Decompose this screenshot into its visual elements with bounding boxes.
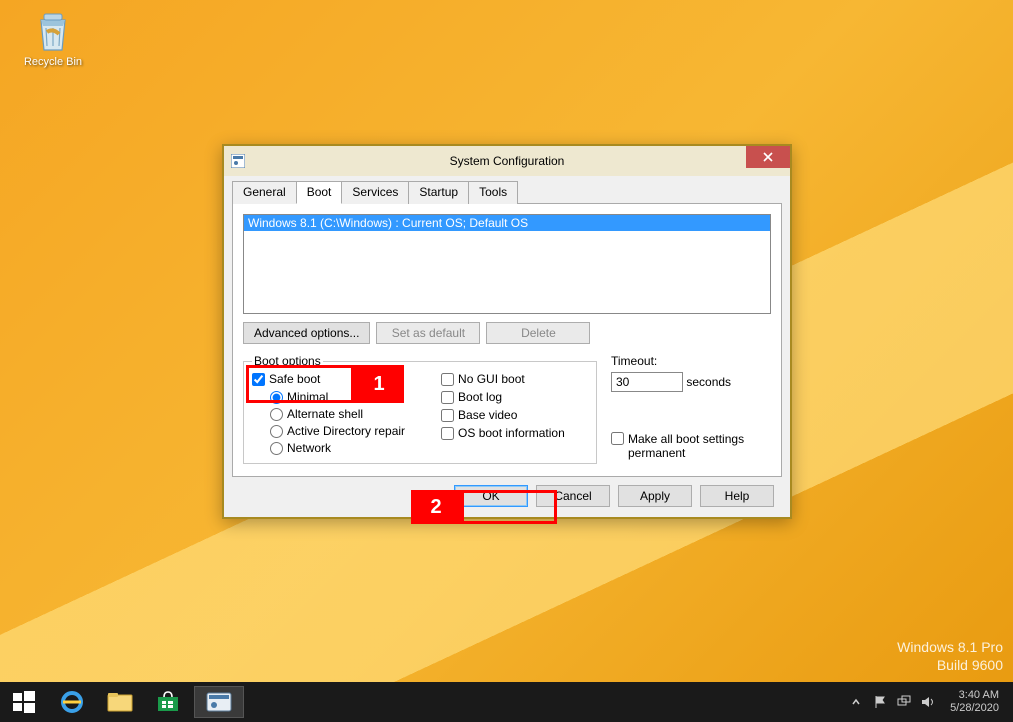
watermark-line1: Windows 8.1 Pro [897, 638, 1003, 656]
system-configuration-window: System Configuration General Boot Servic… [222, 144, 792, 519]
os-list-item[interactable]: Windows 8.1 (C:\Windows) : Current OS; D… [244, 215, 770, 231]
watermark-line2: Build 9600 [897, 656, 1003, 674]
ok-button[interactable]: OK [454, 485, 528, 507]
boot-panel: Windows 8.1 (C:\Windows) : Current OS; D… [232, 204, 782, 477]
taskbar-explorer[interactable] [96, 682, 144, 722]
base-video-checkbox[interactable] [441, 409, 454, 422]
radio-minimal[interactable] [270, 391, 283, 404]
radio-network[interactable] [270, 442, 283, 455]
safe-boot-checkbox[interactable] [252, 373, 265, 386]
taskbar-ie[interactable] [48, 682, 96, 722]
desktop-icon-recycle-bin[interactable]: Recycle Bin [18, 8, 88, 68]
delete-button: Delete [486, 322, 590, 344]
timeout-suffix: seconds [686, 375, 731, 389]
annotation-callout-1: 1 [354, 365, 404, 403]
tray-network-icon[interactable] [896, 694, 912, 710]
desktop-watermark: Windows 8.1 Pro Build 9600 [897, 638, 1003, 674]
boot-options-group: Boot options Safe boot Minimal Alternate… [243, 354, 597, 464]
tab-services[interactable]: Services [341, 181, 409, 204]
taskbar-time: 3:40 AM [950, 689, 999, 702]
app-icon [230, 153, 246, 169]
radio-network-label[interactable]: Network [270, 441, 405, 455]
set-as-default-button: Set as default [376, 322, 480, 344]
taskbar: 3:40 AM 5/28/2020 [0, 682, 1013, 722]
store-icon [156, 691, 180, 713]
ie-icon [59, 689, 85, 715]
boot-options-legend: Boot options [252, 354, 323, 368]
make-permanent-checkbox[interactable] [611, 432, 624, 445]
timeout-label: Timeout: [611, 354, 771, 368]
base-video-label[interactable]: Base video [441, 408, 565, 422]
titlebar[interactable]: System Configuration [224, 146, 790, 176]
apply-button[interactable]: Apply [618, 485, 692, 507]
os-list[interactable]: Windows 8.1 (C:\Windows) : Current OS; D… [243, 214, 771, 314]
no-gui-boot-checkbox[interactable] [441, 373, 454, 386]
taskbar-date: 5/28/2020 [950, 702, 999, 715]
tray-flag-icon[interactable] [872, 694, 888, 710]
make-permanent-label: Make all boot settings permanent [628, 432, 748, 460]
cancel-button[interactable]: Cancel [536, 485, 610, 507]
radio-ad-repair-label[interactable]: Active Directory repair [270, 424, 405, 438]
tab-startup[interactable]: Startup [408, 181, 469, 204]
radio-alternate-shell-label[interactable]: Alternate shell [270, 407, 405, 421]
advanced-options-button[interactable]: Advanced options... [243, 322, 370, 344]
radio-alternate-shell[interactable] [270, 408, 283, 421]
no-gui-boot-label[interactable]: No GUI boot [441, 372, 565, 386]
tray-chevron-icon[interactable] [848, 694, 864, 710]
taskbar-clock[interactable]: 3:40 AM 5/28/2020 [944, 689, 1005, 715]
help-button[interactable]: Help [700, 485, 774, 507]
tab-tools[interactable]: Tools [468, 181, 518, 204]
annotation-callout-2: 2 [411, 490, 461, 524]
boot-log-checkbox[interactable] [441, 391, 454, 404]
taskbar-msconfig[interactable] [194, 686, 244, 718]
boot-log-label[interactable]: Boot log [441, 390, 565, 404]
taskbar-store[interactable] [144, 682, 192, 722]
tab-general[interactable]: General [232, 181, 297, 204]
radio-ad-repair[interactable] [270, 425, 283, 438]
msconfig-icon [206, 692, 232, 712]
close-icon [763, 152, 773, 162]
system-tray: 3:40 AM 5/28/2020 [848, 689, 1013, 715]
os-boot-info-label[interactable]: OS boot information [441, 426, 565, 440]
timeout-input[interactable] [611, 372, 683, 392]
recycle-bin-icon [31, 8, 75, 52]
tray-volume-icon[interactable] [920, 694, 936, 710]
windows-logo-icon [13, 691, 35, 713]
start-button[interactable] [0, 682, 48, 722]
close-button[interactable] [746, 146, 790, 168]
folder-icon [107, 691, 133, 713]
os-boot-info-checkbox[interactable] [441, 427, 454, 440]
window-title: System Configuration [224, 154, 790, 168]
tab-boot[interactable]: Boot [296, 181, 343, 204]
tab-strip: General Boot Services Startup Tools [232, 180, 782, 204]
recycle-bin-label: Recycle Bin [18, 56, 88, 68]
